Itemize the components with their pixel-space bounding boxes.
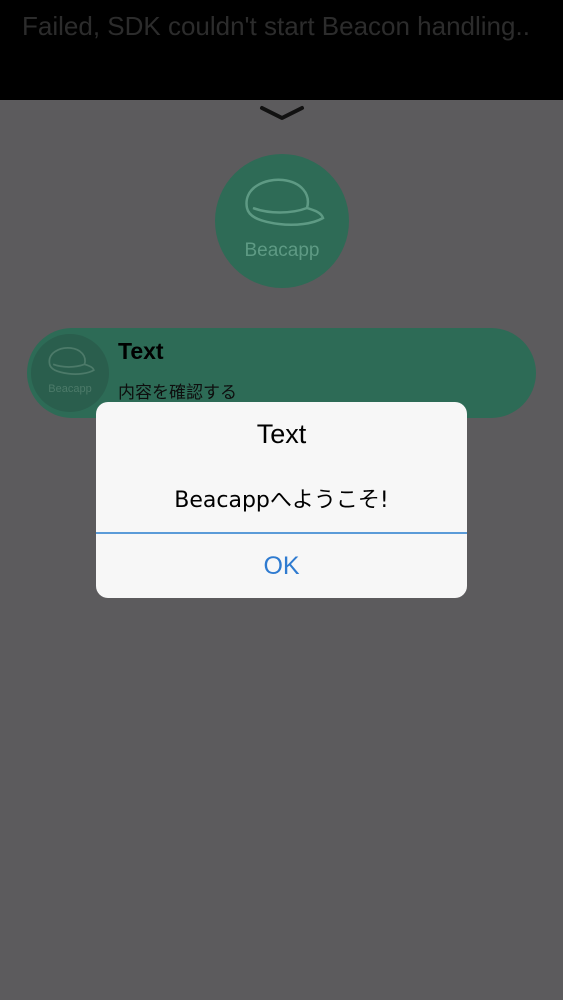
- banner-message: Failed, SDK couldn't start Beacon handli…: [22, 11, 530, 41]
- cap-icon: [48, 347, 95, 375]
- cap-icon: [245, 178, 325, 226]
- alert-title: Text: [256, 419, 307, 449]
- alert-dialog: Text Beacappへようこそ! OK: [96, 402, 467, 598]
- chevron-down-icon[interactable]: [259, 104, 305, 122]
- notification-title: Text: [118, 338, 164, 364]
- status-banner: Failed, SDK couldn't start Beacon handli…: [0, 0, 563, 100]
- ok-button[interactable]: OK: [96, 534, 467, 598]
- notification-body: 内容を確認する: [118, 383, 237, 403]
- app-logo: Beacapp: [215, 154, 349, 288]
- alert-message: Beacappへようこそ!: [174, 488, 389, 513]
- notification-icon-text: Beacapp: [48, 383, 92, 395]
- notification-app-icon: Beacapp: [31, 334, 109, 412]
- logo-text: Beacapp: [244, 240, 320, 261]
